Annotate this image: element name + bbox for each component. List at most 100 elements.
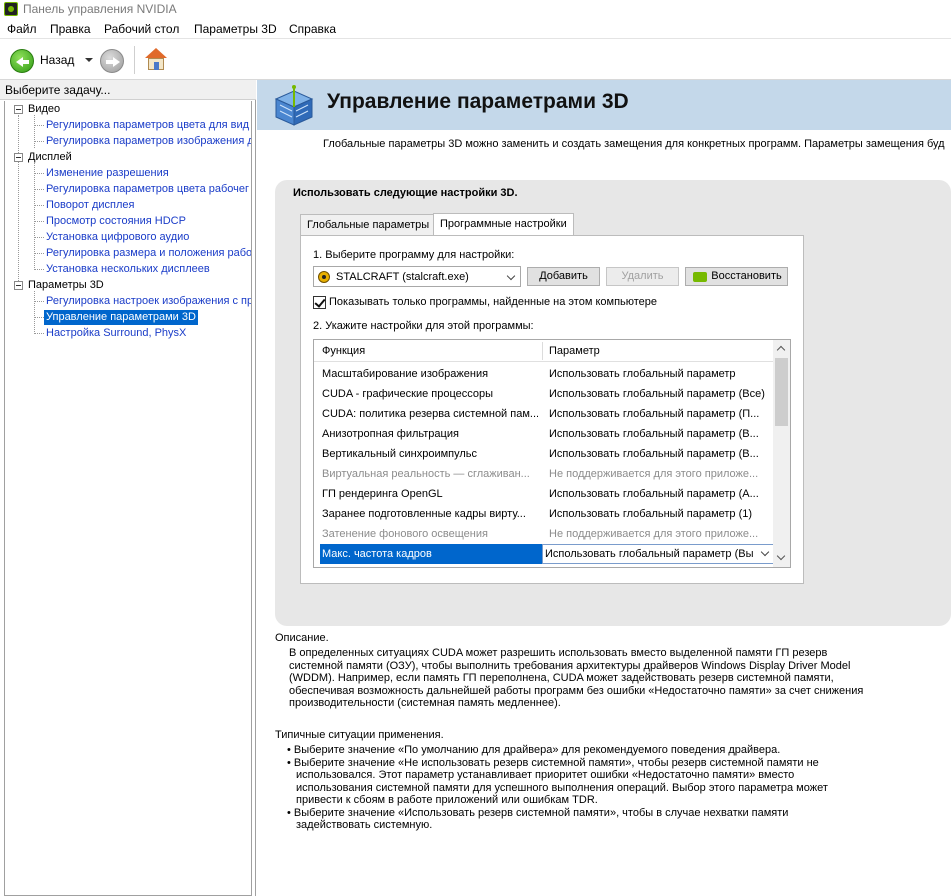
tree-item-video-color[interactable]: Регулировка параметров цвета для вид	[46, 118, 249, 133]
row-parameter: Использовать глобальный параметр (1)	[549, 508, 753, 520]
nvidia-app-icon	[4, 2, 18, 16]
scroll-down-icon[interactable]	[776, 551, 786, 561]
collapse-display-icon[interactable]	[14, 153, 23, 162]
tab-program-settings[interactable]: Программные настройки	[433, 213, 574, 236]
remove-button[interactable]: Удалить	[606, 267, 679, 286]
show-only-found-checkbox[interactable]	[313, 296, 326, 309]
row-parameter: Использовать глобальный параметр (В...	[549, 448, 759, 460]
page-banner: Управление параметрами 3D	[257, 80, 951, 130]
tree-item-resolution[interactable]: Изменение разрешения	[46, 166, 169, 181]
row-function: Анизотропная фильтрация	[322, 428, 459, 440]
home-icon[interactable]	[144, 48, 168, 72]
back-history-dropdown-icon[interactable]	[85, 58, 93, 62]
menu-edit[interactable]: Правка	[50, 22, 91, 36]
menu-bar: Файл Правка Рабочий стол Параметры 3D Сп…	[0, 19, 951, 39]
window-title: Панель управления NVIDIA	[23, 2, 177, 16]
table-row[interactable]: Масштабирование изображения Использовать…	[316, 364, 774, 384]
typical-usage-label: Типичные ситуации применения.	[275, 729, 444, 741]
tree-item-video-image[interactable]: Регулировка параметров изображения д	[46, 134, 251, 149]
scroll-thumb[interactable]	[775, 358, 788, 426]
toolbar: Назад	[0, 40, 951, 80]
tree-item-rotate-display[interactable]: Поворот дисплея	[46, 198, 134, 213]
row-function: ГП рендеринга OpenGL	[322, 488, 443, 500]
menu-file[interactable]: Файл	[7, 22, 37, 36]
step2-label: 2. Укажите настройки для этой программы:	[313, 320, 534, 332]
task-sidebar: Выберите задачу... Видео Регулировка пар…	[0, 80, 256, 896]
back-arrow-icon[interactable]	[10, 49, 34, 73]
row-function: Заранее подготовленные кадры вирту...	[322, 508, 526, 520]
list-item: • Выберите значение «Использовать резерв…	[287, 806, 789, 832]
table-row[interactable]: Анизотропная фильтрация Использовать гло…	[316, 424, 774, 444]
row-function: Затенение фонового освещения	[322, 528, 488, 540]
tree-item-image-settings-preview[interactable]: Регулировка настроек изображения с пр	[46, 294, 251, 309]
menu-desktop[interactable]: Рабочий стол	[104, 22, 179, 36]
settings-panel: Использовать следующие настройки 3D. Гло…	[275, 180, 951, 626]
restore-button[interactable]: Восстановить	[685, 267, 788, 286]
row-function: CUDA: политика резерва системной пам...	[322, 408, 538, 420]
step1-label: 1. Выберите программу для настройки:	[313, 249, 515, 261]
tree-category-display[interactable]: Дисплей	[28, 150, 72, 165]
show-only-found-label[interactable]: Показывать только программы, найденные н…	[329, 296, 657, 308]
title-bar: Панель управления NVIDIA	[0, 0, 951, 19]
table-row[interactable]: ГП рендеринга OpenGL Использовать глобал…	[316, 484, 774, 504]
table-row[interactable]: Затенение фонового освещения Не поддержи…	[316, 524, 774, 544]
nvidia-logo-icon	[693, 272, 707, 282]
row-function: Масштабирование изображения	[322, 368, 489, 380]
table-row[interactable]: Виртуальная реальность — сглаживан... Не…	[316, 464, 774, 484]
table-row-selected[interactable]: Макс. частота кадров Использовать глобал…	[316, 544, 774, 564]
collapse-3d-icon[interactable]	[14, 281, 23, 290]
page-subtitle: Глобальные параметры 3D можно заменить и…	[323, 138, 945, 150]
table-row[interactable]: Заранее подготовленные кадры вирту... Ис…	[316, 504, 774, 524]
tree-item-surround-physx[interactable]: Настройка Surround, PhysX	[46, 326, 186, 341]
program-settings-tab-body: 1. Выберите программу для настройки: STA…	[300, 235, 804, 584]
radiation-icon	[318, 271, 330, 283]
program-select[interactable]: STALCRAFT (stalcraft.exe)	[313, 266, 521, 287]
menu-3d-settings[interactable]: Параметры 3D	[194, 22, 277, 36]
row-parameter: Использовать глобальный параметр (А...	[549, 488, 759, 500]
table-row[interactable]: CUDA: политика резерва системной пам... …	[316, 404, 774, 424]
tree-category-3d[interactable]: Параметры 3D	[28, 278, 104, 293]
row-parameter: Не поддерживается для этого приложе...	[549, 528, 759, 540]
toolbar-separator	[134, 46, 135, 74]
description-text: В определенных ситуациях CUDA может разр…	[289, 647, 864, 709]
table-row[interactable]: CUDA - графические процессоры Использова…	[316, 384, 774, 404]
chevron-down-icon	[506, 271, 516, 281]
back-button[interactable]: Назад	[40, 53, 74, 67]
column-header-function[interactable]: Функция	[322, 345, 365, 357]
tree-category-video[interactable]: Видео	[28, 102, 60, 117]
table-row[interactable]: Вертикальный синхроимпульс Использовать …	[316, 444, 774, 464]
list-item: • Выберите значение «По умолчанию для др…	[287, 744, 781, 756]
tree-item-hdcp-status[interactable]: Просмотр состояния HDCP	[46, 214, 186, 229]
settings-grid: Функция Параметр Масштабирование изображ…	[313, 339, 791, 568]
tree-item-digital-audio[interactable]: Установка цифрового аудио	[46, 230, 189, 245]
description-label: Описание.	[275, 632, 329, 644]
grid-scrollbar[interactable]	[773, 340, 790, 567]
page-title: Управление параметрами 3D	[327, 90, 629, 113]
column-header-parameter[interactable]: Параметр	[549, 345, 600, 357]
panel-title: Использовать следующие настройки 3D.	[293, 187, 518, 199]
tree-item-manage-3d-settings[interactable]: Управление параметрами 3D	[44, 310, 198, 325]
tab-global-settings[interactable]: Глобальные параметры	[300, 214, 437, 236]
menu-help[interactable]: Справка	[289, 22, 336, 36]
row-function: Вертикальный синхроимпульс	[322, 448, 478, 460]
tree-item-desktop-size[interactable]: Регулировка размера и положения рабо	[46, 246, 251, 261]
task-tree: Видео Регулировка параметров цвета для в…	[4, 101, 252, 896]
row-parameter: Использовать глобальный параметр (Все)	[549, 388, 765, 400]
3d-cube-icon	[274, 85, 314, 126]
tree-item-desktop-color[interactable]: Регулировка параметров цвета рабочег	[46, 182, 249, 197]
row-function: CUDA - графические процессоры	[322, 388, 494, 400]
tree-item-multiple-displays[interactable]: Установка нескольких дисплеев	[46, 262, 210, 277]
forward-arrow-icon[interactable]	[100, 49, 124, 73]
restore-button-label: Восстановить	[711, 270, 782, 282]
scroll-up-icon[interactable]	[776, 345, 786, 355]
list-item: • Выберите значение «Не использовать рез…	[287, 756, 828, 807]
row-parameter: Использовать глобальный параметр (Вы	[545, 548, 754, 560]
sidebar-header: Выберите задачу...	[0, 80, 256, 100]
collapse-video-icon[interactable]	[14, 105, 23, 114]
add-button[interactable]: Добавить	[527, 267, 600, 286]
row-parameter: Использовать глобальный параметр (П...	[549, 408, 760, 420]
program-select-value: STALCRAFT (stalcraft.exe)	[336, 271, 469, 283]
row-parameter: Использовать глобальный параметр (В...	[549, 428, 759, 440]
row-function: Виртуальная реальность — сглаживан...	[322, 468, 530, 480]
sidebar-header-label: Выберите задачу...	[5, 83, 111, 97]
